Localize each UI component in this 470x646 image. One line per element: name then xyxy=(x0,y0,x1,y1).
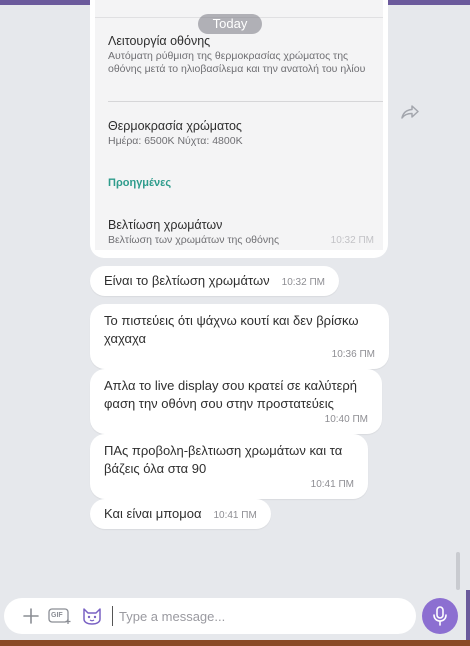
microphone-icon[interactable] xyxy=(422,598,458,634)
setting-divider xyxy=(108,101,383,102)
message-text: Απλα το live display σου κρατεί σε καλύτ… xyxy=(104,378,358,411)
plus-icon[interactable] xyxy=(20,605,42,627)
window-edge-strip xyxy=(466,590,470,640)
message-time: 10:32 ΠΜ xyxy=(330,235,374,246)
message-time: 10:36 ΠΜ xyxy=(331,349,375,360)
message-text: Είναι το βελτίωση χρωμάτων xyxy=(104,273,270,288)
message-text: Το πιστεύεις ότι ψάχνω κουτί και δεν βρί… xyxy=(104,313,359,346)
message-bubble[interactable]: ΠΑς προβολη-βελτιωση χρωμάτων και τα βάζ… xyxy=(90,434,368,499)
message-input[interactable] xyxy=(112,606,402,626)
message-bubble[interactable]: Το πιστεύεις ότι ψάχνω κουτί και δεν βρί… xyxy=(90,304,389,369)
message-time: 10:41 ΠΜ xyxy=(310,479,354,490)
gif-label: GIF xyxy=(51,612,63,619)
setting-subtitle: Ημέρα: 6500K Νύχτα: 4800K xyxy=(108,135,243,147)
setting-display-mode: Λειτουργία οθόνης Αυτόματη ρύθμιση της θ… xyxy=(108,34,370,76)
message-bubble[interactable]: Απλα το live display σου κρατεί σε καλύτ… xyxy=(90,369,382,434)
setting-title: Βελτίωση χρωμάτων xyxy=(108,218,223,232)
section-header: Προηγμένες xyxy=(108,177,172,189)
share-icon[interactable] xyxy=(398,100,422,124)
message-time: 10:40 ΠΜ xyxy=(324,414,368,425)
setting-color-temperature: Θερμοκρασία χρώματος Ημέρα: 6500K Νύχτα:… xyxy=(108,119,370,148)
chat-scrollbar[interactable] xyxy=(456,552,460,590)
image-message[interactable]: Λειτουργία οθόνης Αυτόματη ρύθμιση της θ… xyxy=(90,0,388,258)
gif-icon[interactable]: GIF xyxy=(48,605,72,627)
setting-title: Θερμοκρασία χρώματος xyxy=(108,119,242,133)
message-bubble[interactable]: Και είναι μπομοα 10:41 ΠΜ xyxy=(90,499,271,529)
setting-title: Λειτουργία οθόνης xyxy=(108,34,211,48)
setting-subtitle: Αυτόματη ρύθμιση της θερμοκρασίας χρώματ… xyxy=(108,50,366,75)
message-time: 10:41 ΠΜ xyxy=(213,510,257,521)
message-text: Και είναι μπομοα xyxy=(104,506,202,521)
composer-field: GIF xyxy=(4,598,416,634)
settings-screenshot: Λειτουργία οθόνης Αυτόματη ρύθμιση της θ… xyxy=(95,0,383,250)
message-text: ΠΑς προβολη-βελτιωση χρωμάτων και τα βάζ… xyxy=(104,443,343,476)
date-separator: Today xyxy=(198,14,262,34)
message-composer: GIF xyxy=(0,592,470,640)
message-time: 10:32 ΠΜ xyxy=(281,277,326,288)
taskbar-strip xyxy=(0,640,470,646)
setting-section-advanced: Προηγμένες xyxy=(108,177,370,189)
message-bubble[interactable]: Είναι το βελτίωση χρωμάτων 10:32 ΠΜ xyxy=(90,266,340,296)
sticker-cat-icon[interactable] xyxy=(80,605,104,627)
